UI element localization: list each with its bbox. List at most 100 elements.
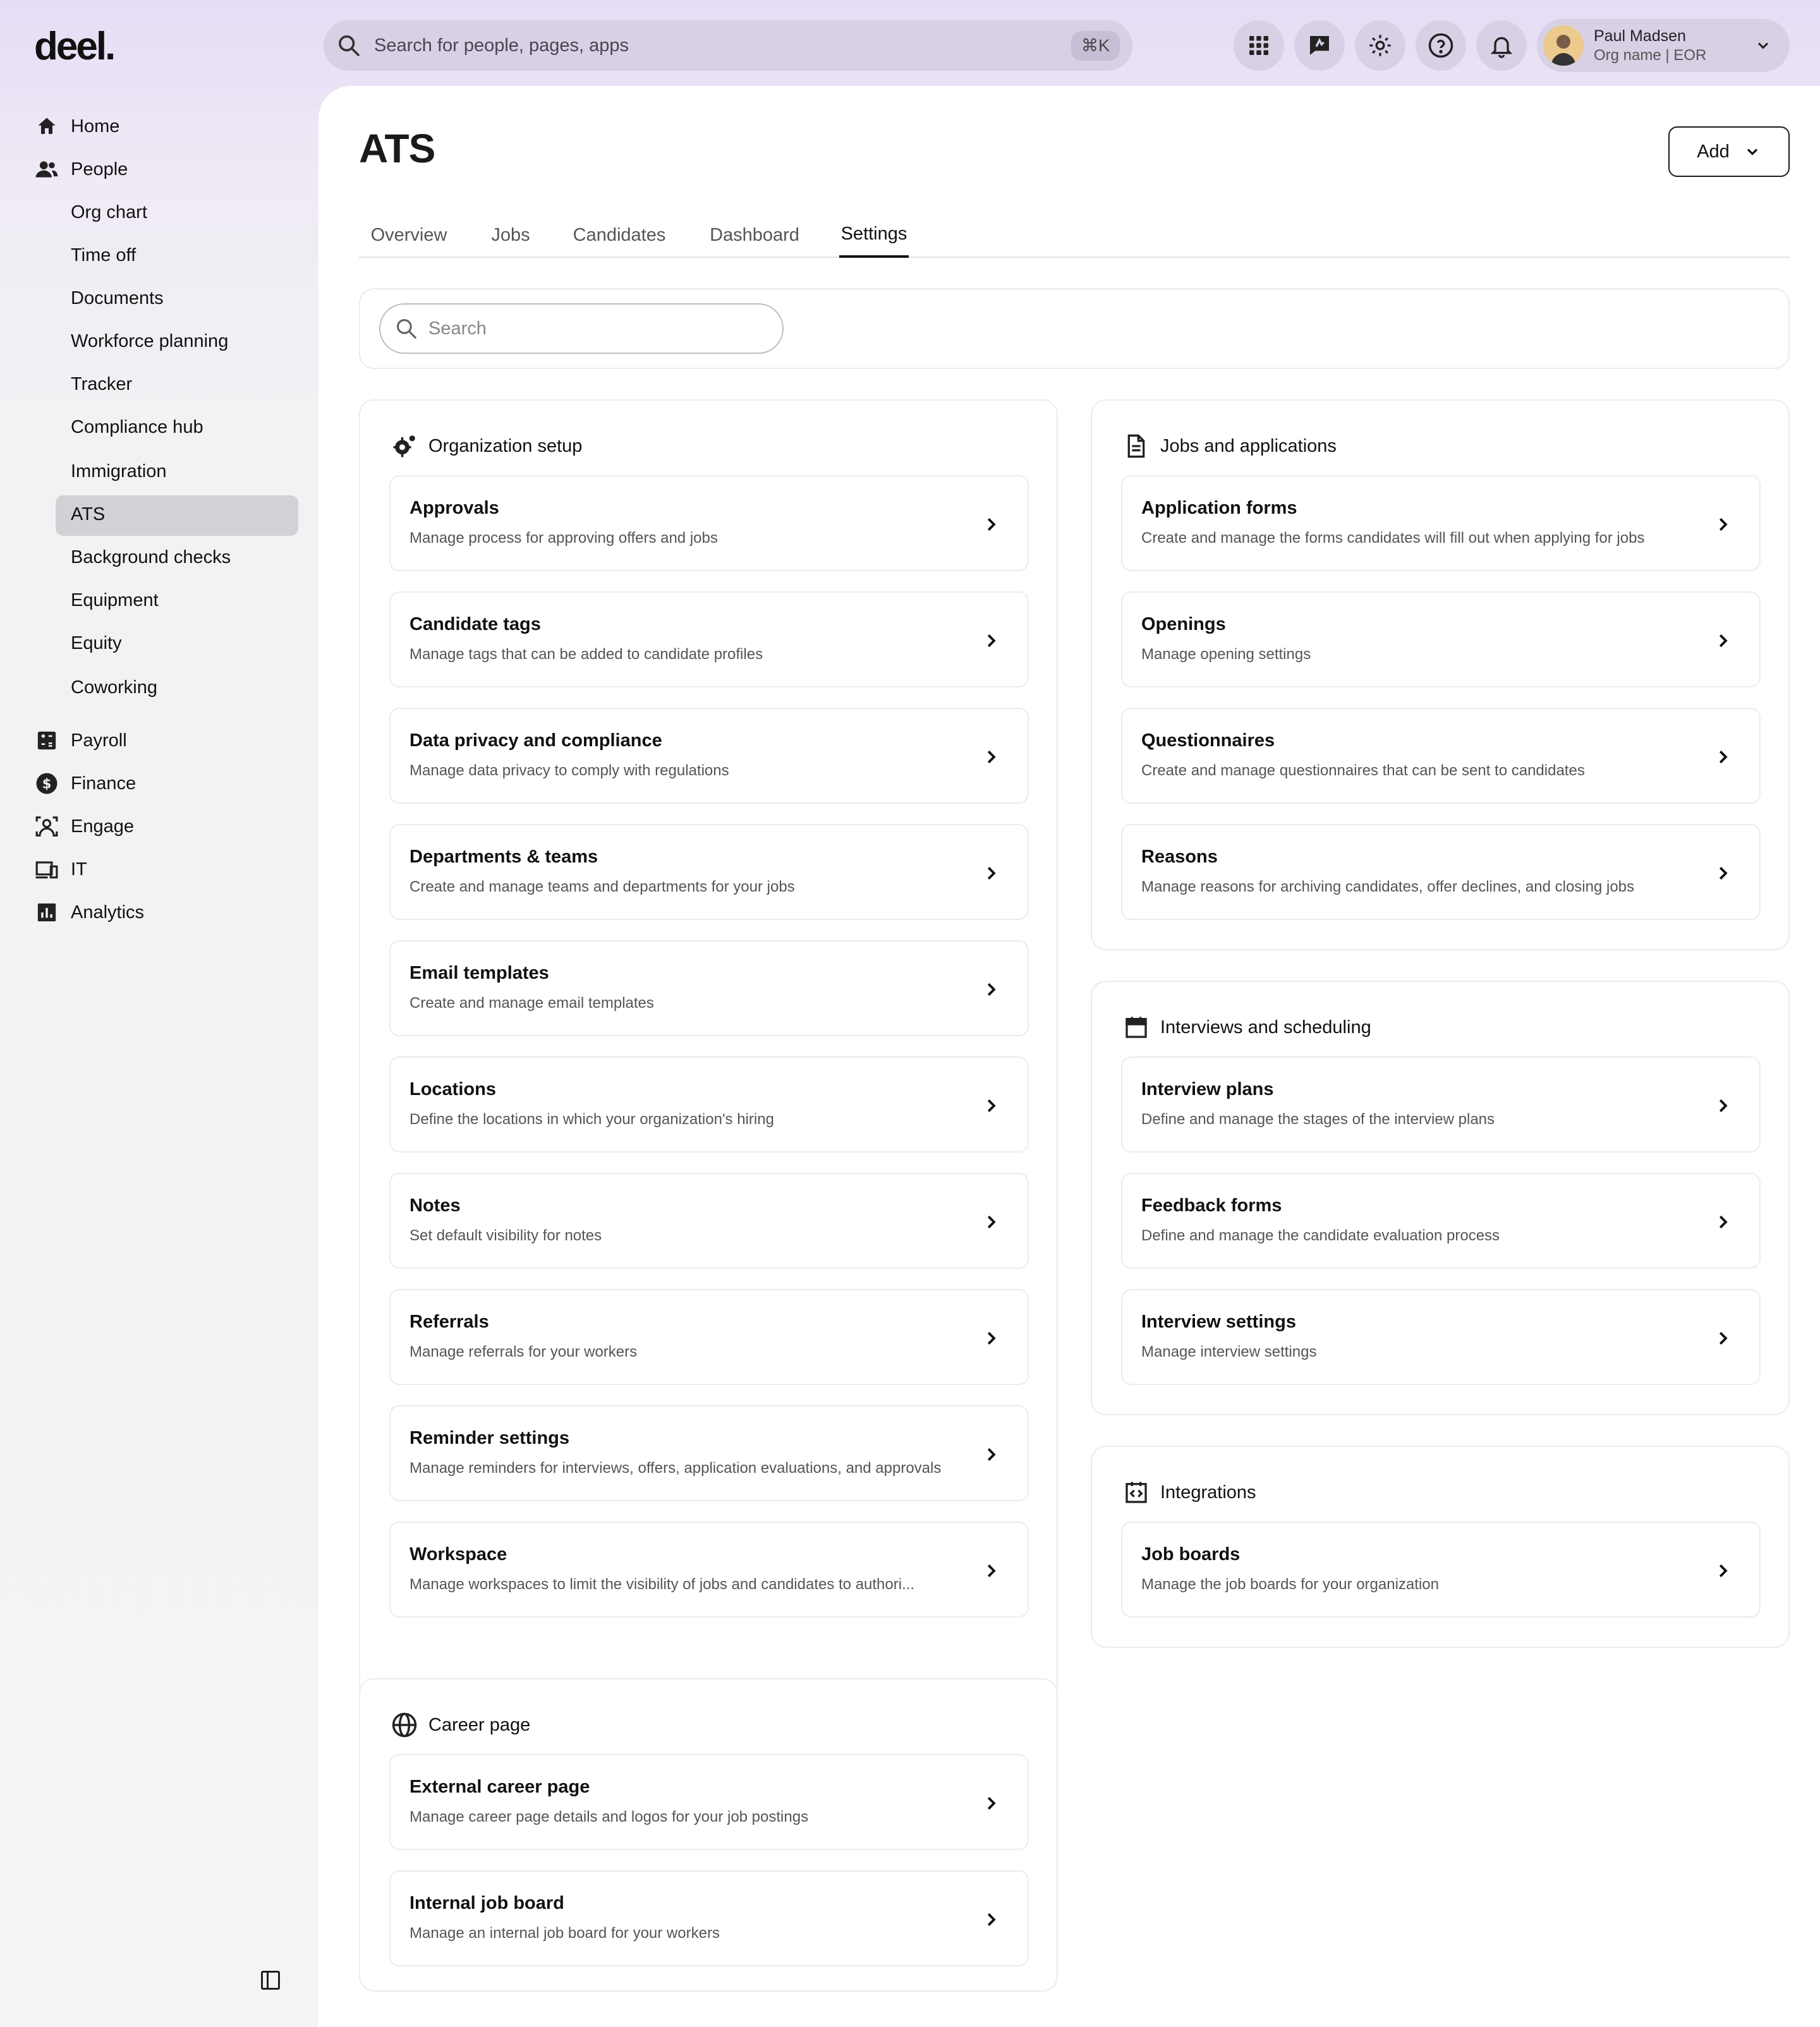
setting-card-workspace[interactable]: Workspace Manage workspaces to limit the …	[389, 1522, 1029, 1618]
setting-card-departments-teams[interactable]: Departments & teams Create and manage tea…	[389, 824, 1029, 920]
card-title: External career page	[410, 1777, 590, 1797]
sidebar-item-people[interactable]: People	[34, 150, 128, 188]
sidebar-item-analytics[interactable]: Analytics	[34, 893, 144, 931]
global-search[interactable]: ⌘K	[324, 20, 1132, 71]
sidebar-item-finance[interactable]: $ Finance	[34, 765, 136, 802]
card-title: Interview plans	[1141, 1079, 1274, 1099]
sidebar-item-documents[interactable]: Documents	[71, 279, 164, 317]
card-title: Departments & teams	[410, 847, 598, 867]
help-button[interactable]	[1416, 20, 1466, 71]
sidebar-item-coworking[interactable]: Coworking	[71, 669, 157, 706]
card-title: Approvals	[410, 498, 499, 518]
card-title: Referrals	[410, 1312, 489, 1332]
help-circle-icon	[1428, 32, 1454, 59]
tab-settings[interactable]: Settings	[839, 212, 909, 258]
section-career-page: Career page External career page Manage c…	[359, 1678, 1058, 1992]
setting-card-feedback-forms[interactable]: Feedback forms Define and manage the cand…	[1121, 1173, 1761, 1269]
section-header: Interviews and scheduling	[1122, 1014, 1371, 1041]
sidebar-item-compliance-hub[interactable]: Compliance hub	[71, 408, 203, 446]
global-search-input[interactable]	[374, 35, 1071, 56]
setting-card-internal-job-board[interactable]: Internal job board Manage an internal job…	[389, 1870, 1029, 1966]
chevron-right-icon	[978, 1907, 1004, 1932]
setting-card-openings[interactable]: Openings Manage opening settings	[1121, 591, 1761, 687]
chevron-right-icon	[978, 744, 1004, 770]
settings-search-field[interactable]	[379, 303, 784, 354]
card-title: Job boards	[1141, 1544, 1241, 1564]
notifications-button[interactable]	[1476, 20, 1527, 71]
chevron-right-icon	[978, 1791, 1004, 1816]
sidebar-item-org-chart[interactable]: Org chart	[71, 193, 147, 231]
settings-search-box	[359, 288, 1790, 369]
sidebar-item-workforce-planning[interactable]: Workforce planning	[71, 322, 228, 360]
chevron-right-icon	[978, 1326, 1004, 1351]
card-description: Set default visibility for notes	[410, 1227, 602, 1244]
sidebar-item-it[interactable]: IT	[34, 850, 87, 888]
sidebar-item-ats[interactable]: ATS	[71, 495, 105, 533]
section-interviews-and-scheduling: Interviews and scheduling Interview plan…	[1091, 981, 1790, 1415]
setting-card-email-templates[interactable]: Email templates Create and manage email t…	[389, 940, 1029, 1036]
sidebar-item-background-checks[interactable]: Background checks	[71, 538, 231, 576]
card-description: Manage referrals for your workers	[410, 1343, 638, 1360]
feedback-chat-icon	[1307, 33, 1332, 58]
section-integrations: Integrations Job boards Manage the job bo…	[1091, 1446, 1790, 1648]
settings-button[interactable]	[1355, 20, 1405, 71]
setting-card-reminder-settings[interactable]: Reminder settings Manage reminders for in…	[389, 1405, 1029, 1501]
apps-button[interactable]	[1234, 20, 1284, 71]
sidebar-item-label: Engage	[71, 816, 134, 837]
sidebar-item-engage[interactable]: Engage	[34, 808, 134, 845]
setting-card-referrals[interactable]: Referrals Manage referrals for your worke…	[389, 1289, 1029, 1385]
tab-dashboard[interactable]: Dashboard	[708, 212, 801, 258]
collapse-sidebar-button[interactable]	[259, 1969, 284, 1994]
tab-candidates[interactable]: Candidates	[571, 212, 667, 258]
card-title: Data privacy and compliance	[410, 730, 662, 751]
chevron-right-icon	[1710, 861, 1735, 886]
setting-card-data-privacy[interactable]: Data privacy and compliance Manage data p…	[389, 708, 1029, 804]
card-description: Define the locations in which your organ…	[410, 1111, 774, 1128]
setting-card-interview-plans[interactable]: Interview plans Define and manage the sta…	[1121, 1056, 1761, 1153]
add-button-label: Add	[1697, 141, 1730, 162]
chevron-right-icon	[978, 861, 1004, 886]
card-description: Create and manage the forms candidates w…	[1141, 529, 1645, 547]
card-description: Define and manage the stages of the inte…	[1141, 1111, 1495, 1128]
add-button[interactable]: Add	[1668, 126, 1790, 177]
deel-logo[interactable]: deel.	[34, 24, 116, 69]
people-icon	[34, 157, 59, 182]
sidebar-item-immigration[interactable]: Immigration	[71, 452, 167, 490]
setting-card-reasons[interactable]: Reasons Manage reasons for archiving cand…	[1121, 824, 1761, 920]
chevron-right-icon	[1710, 1558, 1735, 1583]
feedback-button[interactable]	[1294, 20, 1345, 71]
sidebar-item-tracker[interactable]: Tracker	[71, 365, 132, 403]
card-description: Manage opening settings	[1141, 646, 1311, 663]
sidebar-item-payroll[interactable]: Payroll	[34, 722, 127, 759]
sidebar-item-home[interactable]: Home	[34, 107, 119, 145]
user-menu[interactable]: Paul Madsen Org name | EOR	[1537, 19, 1790, 72]
avatar	[1543, 25, 1584, 66]
card-title: Notes	[410, 1195, 461, 1216]
setting-card-candidate-tags[interactable]: Candidate tags Manage tags that can be ad…	[389, 591, 1029, 687]
card-title: Application forms	[1141, 498, 1297, 518]
sidebar-item-label: Finance	[71, 773, 136, 794]
setting-card-interview-settings[interactable]: Interview settings Manage interview setti…	[1121, 1289, 1761, 1385]
sidebar-item-equipment[interactable]: Equipment	[71, 581, 159, 619]
card-description: Create and manage teams and departments …	[410, 878, 795, 895]
globe-icon	[391, 1711, 418, 1739]
setting-card-approvals[interactable]: Approvals Manage process for approving of…	[389, 475, 1029, 571]
setting-card-job-boards[interactable]: Job boards Manage the job boards for your…	[1121, 1522, 1761, 1618]
setting-card-questionnaires[interactable]: Questionnaires Create and manage question…	[1121, 708, 1761, 804]
setting-card-notes[interactable]: Notes Set default visibility for notes	[389, 1173, 1029, 1269]
user-org: Org name | EOR	[1594, 47, 1707, 64]
sidebar-item-time-off[interactable]: Time off	[71, 236, 136, 274]
tab-jobs[interactable]: Jobs	[489, 212, 532, 258]
sidebar-item-equity[interactable]: Equity	[71, 624, 122, 662]
section-jobs-and-applications: Jobs and applications Application forms C…	[1091, 399, 1790, 950]
card-description: Manage the job boards for your organizat…	[1141, 1576, 1439, 1593]
setting-card-locations[interactable]: Locations Define the locations in which y…	[389, 1056, 1029, 1153]
setting-card-external-career-page[interactable]: External career page Manage career page d…	[389, 1754, 1029, 1850]
setting-card-application-forms[interactable]: Application forms Create and manage the f…	[1121, 475, 1761, 571]
tab-overview[interactable]: Overview	[369, 212, 449, 258]
chevron-right-icon	[1710, 512, 1735, 537]
chevron-right-icon	[978, 628, 1004, 653]
card-description: Create and manage email templates	[410, 995, 654, 1012]
card-description: Manage workspaces to limit the visibilit…	[410, 1576, 915, 1593]
settings-search-input[interactable]	[428, 318, 768, 339]
